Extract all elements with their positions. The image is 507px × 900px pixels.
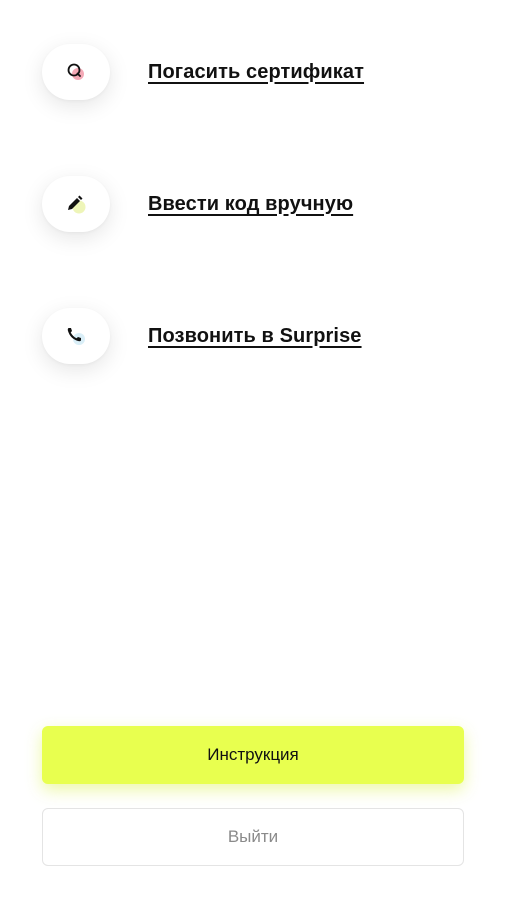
- redeem-icon: [67, 63, 84, 80]
- logout-button[interactable]: Выйти: [42, 808, 464, 866]
- redeem-icon-button[interactable]: [42, 44, 110, 100]
- enter-code-manually-link[interactable]: Ввести код вручную: [148, 193, 353, 216]
- pencil-icon: [68, 195, 86, 214]
- instruction-button-label: Инструкция: [207, 745, 299, 764]
- phone-icon: [67, 328, 85, 345]
- call-surprise-link[interactable]: Позвонить в Surprise: [148, 325, 362, 348]
- phone-icon-button[interactable]: [42, 308, 110, 364]
- instruction-button[interactable]: Инструкция: [42, 726, 464, 784]
- pencil-icon-button[interactable]: [42, 176, 110, 232]
- call-surprise-action[interactable]: Позвонить в Surprise: [42, 308, 362, 364]
- redeem-certificate-link[interactable]: Погасить сертификат: [148, 61, 364, 84]
- enter-code-manually-action[interactable]: Ввести код вручную: [42, 176, 353, 232]
- redeem-certificate-action[interactable]: Погасить сертификат: [42, 44, 364, 100]
- logout-button-label: Выйти: [227, 827, 279, 846]
